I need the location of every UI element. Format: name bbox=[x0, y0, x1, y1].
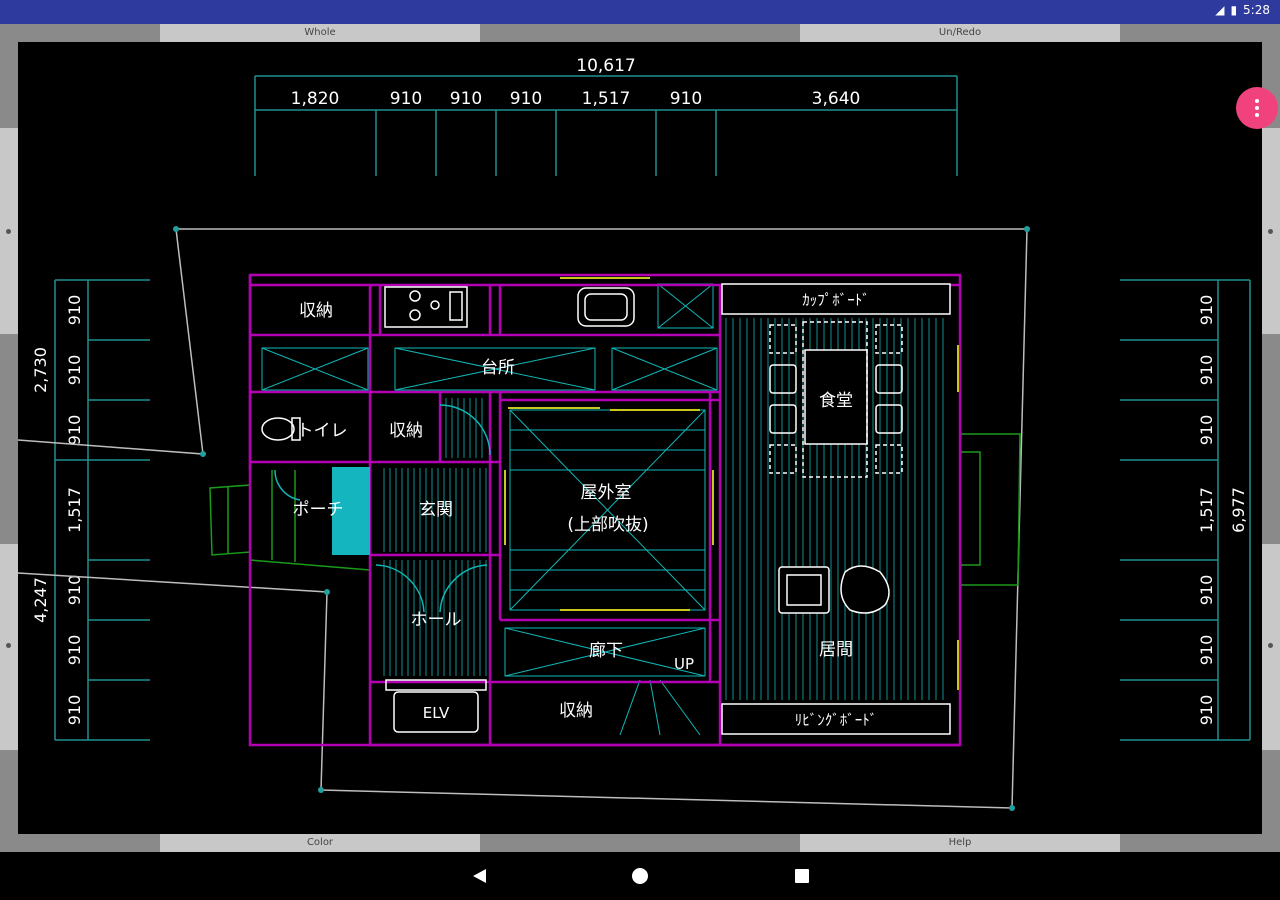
floor-plan[interactable]: 10,617 1,820 910 910 910 1,517 910 3,640… bbox=[17, 42, 1262, 834]
left-dimension: 910 bbox=[65, 635, 84, 666]
right-dimension-total: 6,977 bbox=[1229, 487, 1248, 533]
stairs-up-label: UP bbox=[674, 655, 694, 673]
dining-label: 食堂 bbox=[819, 391, 853, 411]
status-bar: ◢ ▮ 5:28 bbox=[0, 0, 1280, 24]
top-total-dimension: 10,617 bbox=[576, 56, 635, 76]
top-dimension: 3,640 bbox=[812, 89, 861, 109]
entrance-label: 玄関 bbox=[419, 500, 453, 520]
menu-fab[interactable] bbox=[1236, 87, 1278, 129]
right-dimension: 910 bbox=[1197, 635, 1216, 666]
courtyard-label: 屋外室 bbox=[581, 483, 632, 503]
right-handle-icon bbox=[1268, 643, 1273, 648]
right-dimension: 910 bbox=[1197, 355, 1216, 386]
storage-bottom-label: 収納 bbox=[559, 701, 593, 721]
whole-button[interactable]: Whole bbox=[160, 24, 480, 42]
hall-label: ホール bbox=[411, 610, 462, 630]
top-dimension: 1,517 bbox=[582, 89, 631, 109]
right-dimension: 1,517 bbox=[1197, 487, 1216, 533]
living-board-label: ﾘﾋﾞﾝｸﾞﾎﾞｰﾄﾞ bbox=[795, 711, 878, 729]
left-scroll-bar[interactable] bbox=[0, 24, 18, 834]
courtyard-sub-label: (上部吹抜) bbox=[567, 515, 648, 535]
top-dimension: 1,820 bbox=[291, 89, 340, 109]
storage-mid-label: 収納 bbox=[389, 421, 423, 441]
right-dimension: 910 bbox=[1197, 575, 1216, 606]
nav-home-icon[interactable] bbox=[628, 866, 652, 886]
nav-back-icon[interactable] bbox=[468, 866, 492, 886]
drawing-canvas[interactable]: 10,617 1,820 910 910 910 1,517 910 3,640… bbox=[17, 42, 1278, 834]
kitchen-label: 台所 bbox=[481, 358, 515, 378]
top-dimension: 910 bbox=[510, 89, 542, 109]
left-dimension: 910 bbox=[65, 355, 84, 386]
porch-label: ポーチ bbox=[293, 500, 344, 520]
left-dimension: 910 bbox=[65, 695, 84, 726]
left-dimension: 910 bbox=[65, 415, 84, 446]
left-dimension: 1,517 bbox=[65, 487, 84, 533]
right-scroll-bar[interactable] bbox=[1262, 24, 1280, 834]
toilet-label: トイレ bbox=[297, 421, 348, 441]
corridor-label: 廊下 bbox=[589, 641, 623, 661]
more-vert-icon bbox=[1255, 98, 1259, 119]
left-dimension-total: 4,247 bbox=[31, 577, 50, 623]
left-handle-icon bbox=[6, 643, 11, 648]
elevator-label: ELV bbox=[423, 704, 450, 722]
left-handle-icon bbox=[6, 229, 11, 234]
left-dimension: 910 bbox=[65, 295, 84, 326]
undo-redo-button[interactable]: Un/Redo bbox=[800, 24, 1120, 42]
living-label: 居間 bbox=[819, 640, 853, 660]
navigation-bar bbox=[0, 852, 1280, 900]
color-button[interactable]: Color bbox=[160, 834, 480, 852]
status-icons: ◢ ▮ 5:28 bbox=[1215, 3, 1270, 17]
top-toolbar: Whole Un/Redo bbox=[0, 24, 1280, 42]
nav-recents-icon[interactable] bbox=[790, 866, 814, 886]
battery-icon: ▮ bbox=[1230, 3, 1238, 17]
living-furniture[interactable] bbox=[778, 565, 890, 614]
storage-top-label: 収納 bbox=[299, 301, 333, 321]
left-dimension: 910 bbox=[65, 575, 84, 606]
status-time: 5:28 bbox=[1243, 3, 1270, 17]
cupboard-label: ｶｯﾌﾟﾎﾞｰﾄﾞ bbox=[802, 291, 870, 309]
kitchen-fixtures bbox=[384, 286, 635, 328]
bottom-toolbar: Color Help bbox=[0, 834, 1280, 852]
right-dimension: 910 bbox=[1197, 295, 1216, 326]
top-dimension: 910 bbox=[390, 89, 422, 109]
help-button[interactable]: Help bbox=[800, 834, 1120, 852]
right-dimension: 910 bbox=[1197, 415, 1216, 446]
toilet-fixture[interactable] bbox=[261, 417, 301, 441]
right-dimension: 910 bbox=[1197, 695, 1216, 726]
right-handle-icon bbox=[1268, 229, 1273, 234]
top-dimension: 910 bbox=[670, 89, 702, 109]
left-dimension-total: 2,730 bbox=[31, 347, 50, 393]
top-dimension: 910 bbox=[450, 89, 482, 109]
signal-icon: ◢ bbox=[1215, 3, 1225, 17]
